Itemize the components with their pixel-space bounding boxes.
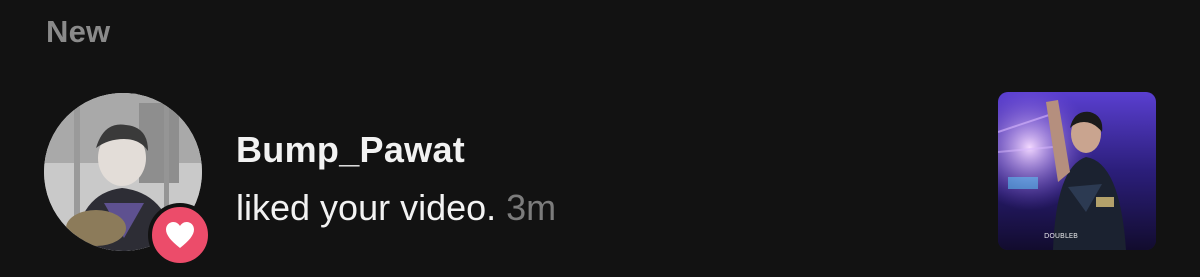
username[interactable]: Bump_Pawat: [236, 128, 556, 172]
timestamp: 3m: [506, 187, 557, 228]
notification-message: liked your video. 3m: [236, 186, 556, 230]
section-title: New: [46, 14, 111, 49]
notification-item[interactable]: Bump_Pawat liked your video. 3m DOUBLEB: [0, 88, 1200, 267]
action-text: liked your video.: [236, 187, 497, 228]
video-thumbnail[interactable]: DOUBLEB: [998, 92, 1156, 250]
thumbnail-watermark: DOUBLEB: [1044, 232, 1078, 240]
like-badge: [148, 203, 212, 267]
notification-text: Bump_Pawat liked your video. 3m: [236, 128, 556, 230]
heart-icon: [165, 221, 195, 249]
avatar-container[interactable]: [44, 93, 212, 267]
